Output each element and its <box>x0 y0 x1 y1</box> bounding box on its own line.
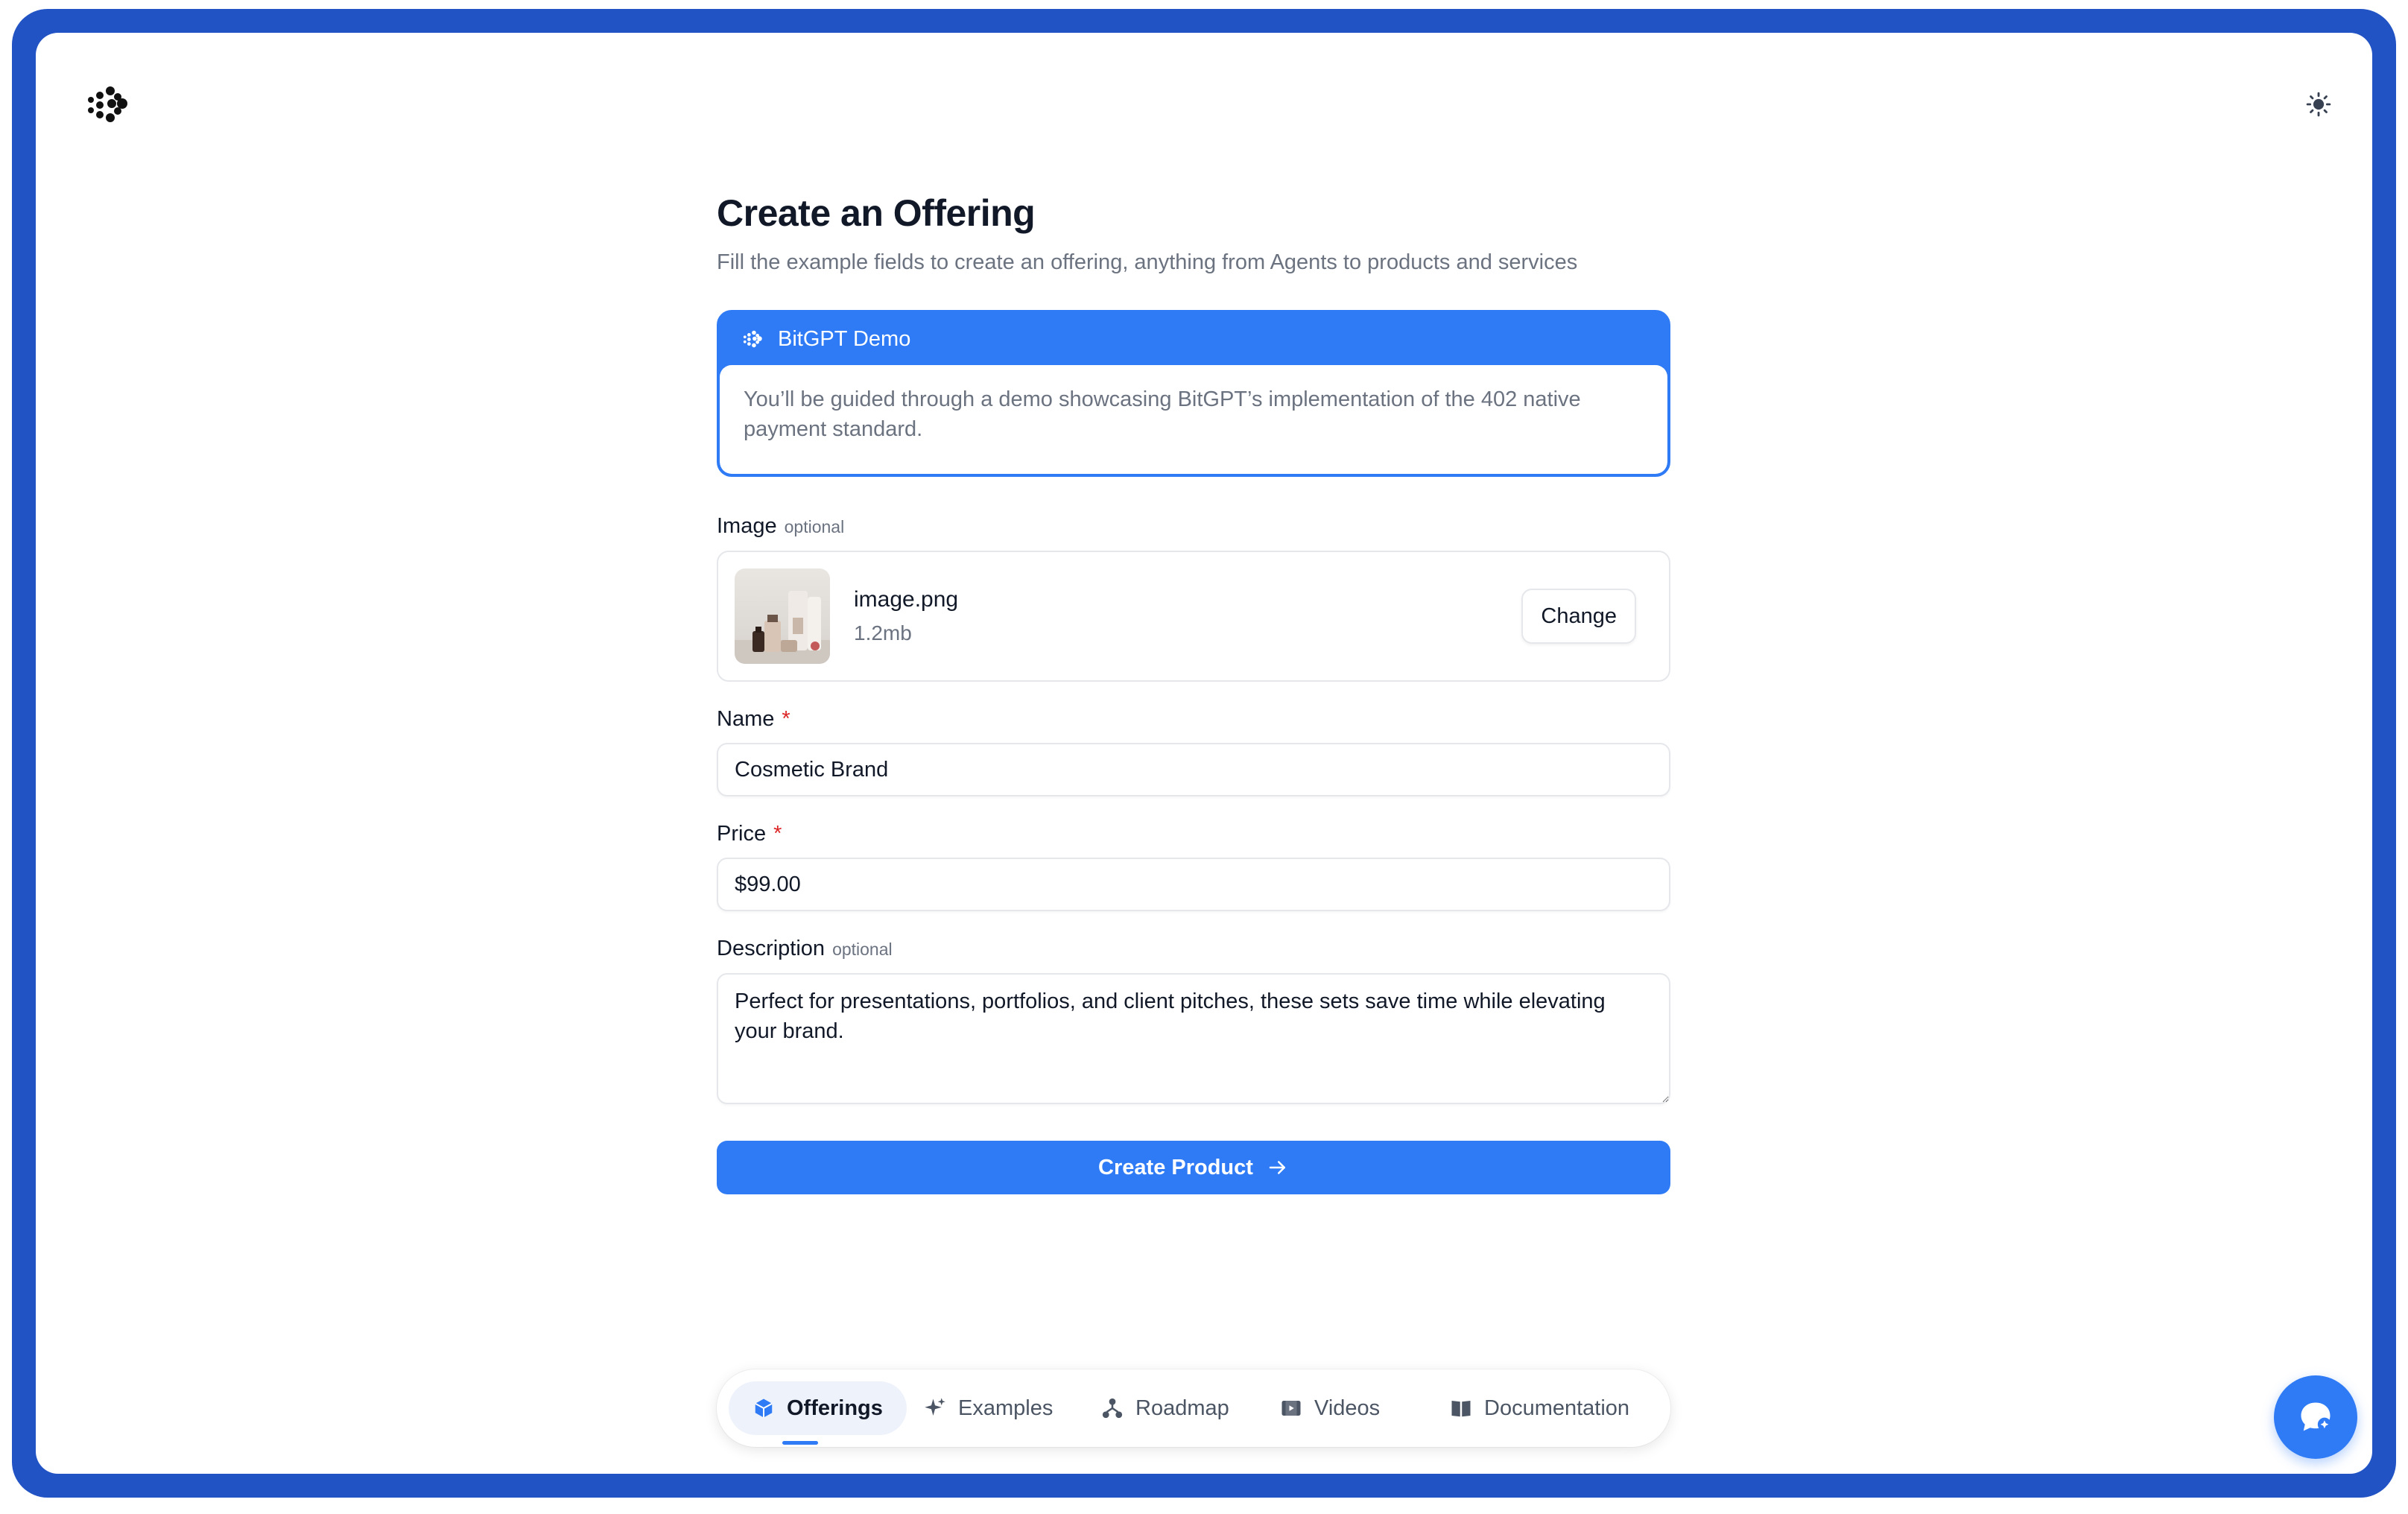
arrow-right-icon <box>1269 1161 1285 1174</box>
bottom-nav: Offerings Examples Roadmap Videos Docume… <box>717 1369 1670 1447</box>
nav-label: Offerings <box>787 1396 883 1420</box>
file-size: 1.2mb <box>854 621 912 644</box>
file-name: image.png <box>854 587 959 612</box>
sun-icon <box>2306 92 2331 117</box>
bitgpt-logo-icon <box>743 330 762 348</box>
image-thumbnail <box>735 568 830 664</box>
video-icon <box>1281 1401 1301 1416</box>
demo-callout-title: BitGPT Demo <box>778 326 911 351</box>
image-label-text: Image <box>717 514 777 538</box>
demo-callout-body: You’ll be guided through a demo showcasi… <box>720 365 1667 474</box>
price-label-text: Price <box>717 822 767 846</box>
nav-item-examples[interactable]: Examples <box>924 1381 1053 1435</box>
required-asterisk: * <box>782 707 790 731</box>
nav-label: Examples <box>958 1396 1054 1420</box>
demo-callout: BitGPT Demo You’ll be guided through a d… <box>717 310 1670 477</box>
name-field-label: Name * <box>717 704 1670 734</box>
price-field-label: Price * <box>717 819 1670 849</box>
image-optional-hint: optional <box>784 517 845 536</box>
nav-label: Roadmap <box>1135 1396 1229 1420</box>
create-product-button[interactable]: Create Product <box>717 1141 1670 1194</box>
nav-item-roadmap[interactable]: Roadmap <box>1101 1381 1229 1435</box>
nav-item-offerings[interactable]: Offerings <box>729 1381 907 1435</box>
name-input[interactable] <box>717 743 1670 796</box>
nav-item-videos[interactable]: Videos <box>1280 1381 1380 1435</box>
description-label-text: Description <box>717 937 826 960</box>
required-asterisk: * <box>773 822 782 846</box>
app-frame: Create an Offering Fill the example fiel… <box>12 9 2396 1498</box>
file-meta: image.png 1.2mb <box>854 584 1521 648</box>
active-tab-indicator <box>782 1441 818 1445</box>
nav-item-documentation[interactable]: Documentation <box>1450 1381 1629 1435</box>
chat-button[interactable] <box>2274 1375 2357 1459</box>
book-icon <box>1451 1401 1471 1417</box>
description-textarea[interactable]: Perfect for presentations, portfolios, a… <box>717 973 1670 1104</box>
description-field-label: Description optional <box>717 934 1670 964</box>
create-product-label: Create Product <box>1098 1155 1253 1179</box>
app-window: Create an Offering Fill the example fiel… <box>36 33 2372 1474</box>
page-title: Create an Offering <box>717 192 1036 234</box>
price-input[interactable] <box>717 858 1670 911</box>
offering-form: Create an Offering Fill the example fiel… <box>717 189 1670 1194</box>
cube-icon <box>755 1399 773 1418</box>
description-optional-hint: optional <box>832 940 893 959</box>
demo-callout-header: BitGPT Demo <box>720 313 1667 365</box>
nav-label: Documentation <box>1484 1396 1630 1420</box>
bitgpt-logo-icon[interactable] <box>85 80 133 128</box>
image-field-label: Image optional <box>717 511 1670 542</box>
change-image-button[interactable]: Change <box>1521 589 1636 644</box>
chat-bubble-icon <box>2301 1402 2332 1431</box>
theme-toggle-button[interactable] <box>2296 82 2341 127</box>
nav-label: Videos <box>1314 1396 1381 1420</box>
page-subtitle: Fill the example fields to create an off… <box>717 250 1578 274</box>
nodes-icon <box>1102 1398 1123 1419</box>
image-upload: image.png 1.2mb Change <box>717 551 1670 682</box>
name-label-text: Name <box>717 707 775 731</box>
sparkle-icon <box>925 1398 945 1416</box>
